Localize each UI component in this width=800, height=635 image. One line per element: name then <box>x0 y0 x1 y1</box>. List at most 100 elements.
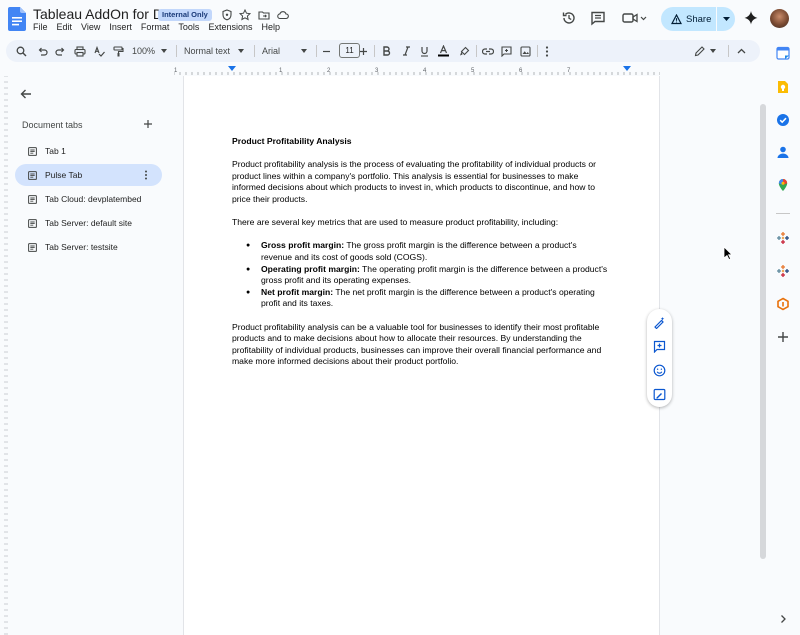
star-icon[interactable] <box>239 9 251 21</box>
side-panel-divider <box>776 213 790 214</box>
version-history-icon[interactable] <box>561 10 577 26</box>
tab-label: Tab 1 <box>45 146 66 156</box>
menu-insert[interactable]: Insert <box>109 22 132 32</box>
editing-toolbar: 100% Normal text Arial 11 <box>6 40 760 62</box>
menu-file[interactable]: File <box>33 22 48 32</box>
tableau-addon-icon[interactable] <box>776 231 790 245</box>
tab-item-tab-1[interactable]: Tab 1 <box>15 140 162 162</box>
document-body[interactable]: Product Profitability Analysis Product p… <box>232 136 610 379</box>
italic-icon[interactable] <box>402 44 411 58</box>
tab-options-icon[interactable] <box>140 169 152 181</box>
add-comment-icon[interactable] <box>653 340 666 353</box>
menu-edit[interactable]: Edit <box>57 22 73 32</box>
text-color-icon[interactable] <box>438 44 449 58</box>
caret-down-icon <box>722 17 730 21</box>
list-item-term: Operating profit margin: <box>261 263 360 274</box>
paragraph[interactable]: Product profitability analysis can be a … <box>232 322 610 368</box>
highlight-color-icon[interactable] <box>459 44 470 58</box>
ruler-number: 1 <box>279 68 283 74</box>
keep-icon[interactable] <box>776 80 790 94</box>
document-tab-icon <box>28 242 37 252</box>
tab-label: Tab Cloud: devplatembed <box>45 194 142 204</box>
move-folder-icon[interactable] <box>258 9 270 21</box>
cloud-status-icon[interactable] <box>277 9 289 21</box>
tab-label: Tab Server: testsite <box>45 242 118 252</box>
list-item[interactable]: Gross profit margin: The gross profit ma… <box>232 240 610 263</box>
font-size-input[interactable]: 11 <box>339 43 360 58</box>
add-tab-button[interactable] <box>142 118 154 130</box>
meet-call-icon[interactable] <box>622 10 648 26</box>
insert-link-icon[interactable] <box>482 44 494 58</box>
add-emoji-reaction-icon[interactable] <box>653 364 666 377</box>
list-item[interactable]: Operating profit margin: The operating p… <box>232 264 610 287</box>
share-button[interactable]: Share <box>661 7 715 31</box>
floating-actions-bar <box>647 309 672 407</box>
redo-icon[interactable] <box>55 44 66 58</box>
add-comment-icon[interactable] <box>501 44 512 58</box>
document-page[interactable]: Product Profitability Analysis Product p… <box>183 76 660 635</box>
ruler-number: 1 <box>174 68 178 74</box>
get-addons-plus-icon[interactable] <box>776 330 790 344</box>
caret-down-icon <box>301 49 308 53</box>
close-sidebar-button[interactable] <box>19 87 33 101</box>
document-heading[interactable]: Product Profitability Analysis <box>232 136 610 148</box>
gemini-sparkle-icon[interactable] <box>743 10 759 26</box>
tab-item-tab-cloud[interactable]: Tab Cloud: devplatembed <box>15 188 162 210</box>
contacts-icon[interactable] <box>776 145 790 159</box>
share-dropdown-button[interactable] <box>716 7 735 31</box>
print-icon[interactable] <box>74 44 86 58</box>
font-select[interactable]: Arial <box>262 44 308 58</box>
tab-item-tab-server-testsite[interactable]: Tab Server: testsite <box>15 236 162 258</box>
chevron-right-icon[interactable] <box>776 612 790 626</box>
list-item-term: Net profit margin: <box>261 286 334 297</box>
internal-only-badge[interactable]: Internal Only <box>158 9 212 21</box>
right-indent-marker <box>623 66 631 71</box>
editing-mode-select[interactable] <box>694 44 716 58</box>
comments-icon[interactable] <box>590 10 606 26</box>
tab-item-tab-server-default[interactable]: Tab Server: default site <box>15 212 162 234</box>
underline-icon[interactable] <box>420 44 429 58</box>
more-options-icon[interactable] <box>545 44 549 58</box>
help-me-write-icon[interactable] <box>653 316 666 329</box>
title-bar: Tableau AddOn for Docs Internal Only Fil… <box>0 0 800 38</box>
toolbar-divider <box>254 45 255 57</box>
docs-logo-icon[interactable] <box>8 7 26 31</box>
office-addon-icon[interactable] <box>776 297 790 311</box>
calendar-icon[interactable] <box>776 46 790 60</box>
paragraph[interactable]: Product profitability analysis is the pr… <box>232 159 610 205</box>
share-button-group: Share <box>661 7 735 31</box>
insert-image-icon[interactable] <box>520 44 531 58</box>
search-menus-icon[interactable] <box>16 44 27 58</box>
ruler-number: 6 <box>519 68 523 74</box>
ruler-number: 5 <box>471 68 475 74</box>
menu-help[interactable]: Help <box>261 22 280 32</box>
menu-view[interactable]: View <box>81 22 100 32</box>
collapse-menus-icon[interactable] <box>737 44 746 58</box>
zoom-select[interactable]: 100% <box>132 44 168 58</box>
menu-format[interactable]: Format <box>141 22 170 32</box>
tasks-icon[interactable] <box>776 113 790 127</box>
share-label: Share <box>686 13 712 25</box>
side-panel <box>766 38 800 635</box>
vertical-ruler[interactable] <box>0 76 8 635</box>
suggest-edits-icon[interactable] <box>653 388 666 401</box>
document-tab-icon <box>28 146 37 156</box>
security-icon[interactable] <box>221 9 233 21</box>
menu-tools[interactable]: Tools <box>178 22 199 32</box>
tableau-addon-icon[interactable] <box>776 264 790 278</box>
increase-font-size-icon[interactable] <box>359 44 368 58</box>
paragraph-style-select[interactable]: Normal text <box>184 44 245 58</box>
decrease-font-size-icon[interactable] <box>322 44 331 58</box>
list-item[interactable]: Net profit margin: The net profit margin… <box>232 287 610 310</box>
font-value: Arial <box>262 46 281 56</box>
tab-item-pulse-tab[interactable]: Pulse Tab <box>15 164 162 186</box>
spellcheck-icon[interactable] <box>94 44 105 58</box>
bold-icon[interactable] <box>382 44 391 58</box>
paragraph[interactable]: There are several key metrics that are u… <box>232 217 610 229</box>
menu-extensions[interactable]: Extensions <box>208 22 252 32</box>
paint-format-icon[interactable] <box>113 44 124 58</box>
maps-icon[interactable] <box>776 178 790 192</box>
horizontal-ruler[interactable]: 1 1 2 3 4 5 6 7 <box>174 66 660 76</box>
avatar[interactable] <box>770 9 789 28</box>
undo-icon[interactable] <box>37 44 48 58</box>
